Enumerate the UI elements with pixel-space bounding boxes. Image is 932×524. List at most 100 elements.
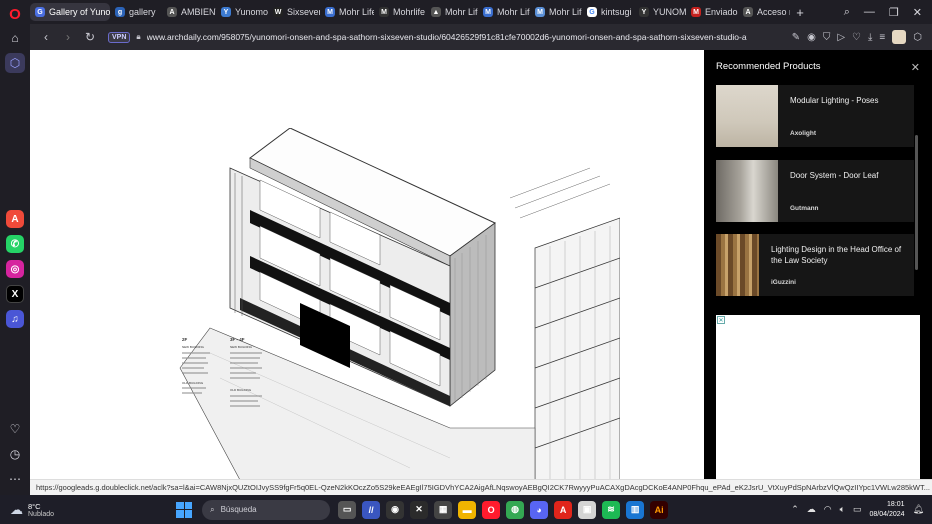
close-window-icon[interactable]: ✕ bbox=[913, 6, 922, 19]
vpn-badge[interactable]: VPN bbox=[108, 31, 131, 43]
minimize-icon[interactable]: — bbox=[864, 6, 875, 19]
tab-3[interactable]: Y Yunomor bbox=[216, 3, 268, 21]
tab-favicon: W bbox=[273, 7, 283, 17]
chevron-up-icon[interactable]: ⌃ bbox=[791, 504, 799, 515]
tab-label: Enviados bbox=[705, 7, 738, 17]
onedrive-icon[interactable]: ☁ bbox=[807, 504, 816, 515]
clock-time: 18:01 bbox=[887, 500, 905, 508]
illustrator-icon[interactable]: Ai bbox=[650, 500, 669, 519]
clock[interactable]: 18:01 08/04/2024 bbox=[870, 500, 905, 520]
windows-start-icon[interactable] bbox=[176, 501, 193, 518]
tab-12[interactable]: M Enviados bbox=[686, 3, 738, 21]
camera-app-icon[interactable]: ◉ bbox=[386, 500, 405, 519]
chrome-icon[interactable]: ◍ bbox=[506, 500, 525, 519]
play-icon[interactable]: ▷ bbox=[837, 32, 845, 43]
tab-label: Mohrlife bbox=[393, 7, 426, 17]
edit-icon[interactable]: ✎ bbox=[792, 32, 800, 43]
tab-8[interactable]: M Mohr Life bbox=[478, 3, 530, 21]
wifi-icon[interactable]: ◠ bbox=[824, 504, 832, 515]
instagram-icon[interactable]: ◎ bbox=[6, 260, 24, 278]
axonometric-section-drawing: 2F NEW BUILDING 3F - 4F NEW BUILDING OLD… bbox=[179, 128, 620, 480]
notification-bell-icon[interactable]: 🔔︎ bbox=[913, 504, 924, 515]
tab-9[interactable]: M Mohr Life bbox=[530, 3, 582, 21]
tab-label: Mohr Life bbox=[549, 7, 582, 17]
taskbar-search[interactable]: ⌕ Búsqueda bbox=[202, 499, 331, 520]
tab-2[interactable]: A AMBIENTE bbox=[162, 3, 216, 21]
x-twitter-icon[interactable]: X bbox=[6, 285, 24, 303]
profile-avatar[interactable] bbox=[892, 30, 907, 44]
file-explorer-small-icon[interactable]: ▭ bbox=[338, 500, 357, 519]
volume-icon[interactable]: 🔈︎ bbox=[840, 504, 845, 515]
history-icon[interactable]: ◷ bbox=[5, 444, 25, 464]
back-icon[interactable]: ‹ bbox=[36, 30, 56, 44]
heart-outline-icon[interactable]: ♡ bbox=[852, 32, 861, 43]
tab-10[interactable]: Gkintsugi d bbox=[582, 3, 634, 21]
weather-widget[interactable]: ☁ 8°C Nublado bbox=[10, 502, 54, 518]
close-icon[interactable]: ✕ bbox=[911, 61, 920, 74]
workspace-icon[interactable]: ⬡ bbox=[5, 53, 25, 73]
product-card[interactable]: Lighting Design in the Head Office of th… bbox=[716, 234, 914, 296]
panel-title: Recommended Products bbox=[716, 61, 821, 72]
tab-7[interactable]: ▲ Mohr Life bbox=[426, 3, 478, 21]
panel-scrollbar[interactable] bbox=[915, 135, 918, 270]
cloud-icon: ☁ bbox=[10, 501, 23, 517]
legend-2f-title: 2F bbox=[182, 337, 188, 342]
word-icon[interactable]: ▥ bbox=[626, 500, 645, 519]
tab-6[interactable]: M Mohrlife bbox=[374, 3, 426, 21]
tab-label: Gallery of Yunomo bbox=[49, 7, 110, 17]
tab-label: Mohr Life bbox=[445, 7, 478, 17]
weather-temp: 8°C bbox=[28, 501, 41, 511]
menu-lines-icon[interactable]: ≡ bbox=[879, 32, 885, 43]
tab-1[interactable]: g gallery bbox=[110, 3, 162, 21]
tab-5[interactable]: M Mohr Life bbox=[320, 3, 374, 21]
acrobat-icon[interactable]: A bbox=[554, 500, 573, 519]
teams-icon[interactable]: // bbox=[362, 500, 381, 519]
reload-icon[interactable]: ↻ bbox=[80, 30, 100, 44]
tab-0[interactable]: G Gallery of Yunomo bbox=[30, 3, 110, 21]
weather-condition: Nublado bbox=[28, 510, 55, 518]
search-tabs-icon[interactable]: ⌕ bbox=[844, 6, 850, 19]
url-field[interactable]: www.archdaily.com/958075/yunomori-onsen-… bbox=[147, 32, 747, 42]
tab-favicon: M bbox=[535, 7, 545, 17]
battery-icon[interactable]: ▭ bbox=[853, 504, 862, 515]
tab-label: AMBIENTE bbox=[181, 7, 216, 17]
tab-bar: GGallery of Yunomo ggallery AAMBIENTE YY… bbox=[30, 0, 932, 24]
legend-2f-subtitle: NEW BUILDING bbox=[182, 345, 205, 349]
lock-icon[interactable]: 🔒︎ bbox=[136, 32, 140, 42]
heart-icon[interactable]: ♡ bbox=[5, 419, 25, 439]
legend-34f-title: 3F - 4F bbox=[230, 337, 245, 342]
tab-favicon: Y bbox=[639, 7, 649, 17]
product-card[interactable]: Modular Lighting - Poses Axolight bbox=[716, 85, 914, 147]
folder-icon[interactable]: ▬ bbox=[458, 500, 477, 519]
tab-label: kintsugi d bbox=[601, 7, 634, 17]
image-viewer: 2F NEW BUILDING 3F - 4F NEW BUILDING OLD… bbox=[30, 50, 704, 480]
tab-favicon: ▲ bbox=[431, 7, 441, 17]
download-icon[interactable]: ⤓ bbox=[868, 32, 872, 43]
cube-icon[interactable]: ⬡ bbox=[913, 32, 922, 43]
spotify-icon[interactable]: ≋ bbox=[602, 500, 621, 519]
discord-icon[interactable]: ◕ bbox=[530, 500, 549, 519]
tab-11[interactable]: Y YUNOMO bbox=[634, 3, 686, 21]
more-icon[interactable]: ⋯ bbox=[5, 469, 25, 489]
xbox-icon[interactable]: ✕ bbox=[410, 500, 429, 519]
tab-13[interactable]: A Acceso rá bbox=[738, 3, 790, 21]
product-card[interactable]: Door System - Door Leaf Gutmann bbox=[716, 160, 914, 222]
tab-4[interactable]: W Sixseven S bbox=[268, 3, 320, 21]
opera-logo-icon[interactable]: O bbox=[9, 6, 21, 23]
forward-icon[interactable]: › bbox=[58, 30, 78, 44]
product-name: Lighting Design in the Head Office of th… bbox=[771, 245, 902, 265]
camera-icon[interactable]: ◉ bbox=[807, 32, 816, 43]
ad-slot[interactable]: ✕ bbox=[716, 315, 920, 479]
store-icon[interactable]: ▦ bbox=[434, 500, 453, 519]
ad-choices-icon[interactable]: ✕ bbox=[717, 316, 725, 324]
music-player-icon[interactable]: ♫ bbox=[6, 310, 24, 328]
aria-icon[interactable]: A bbox=[6, 210, 24, 228]
new-tab-icon[interactable]: + bbox=[792, 4, 808, 20]
tab-favicon: M bbox=[483, 7, 493, 17]
whatsapp-icon[interactable]: ✆ bbox=[6, 235, 24, 253]
home-icon[interactable]: ⌂ bbox=[5, 28, 25, 48]
opera-icon[interactable]: O bbox=[482, 500, 501, 519]
shield-icon[interactable]: ⛉ bbox=[823, 32, 831, 43]
photos-icon[interactable]: ▣ bbox=[578, 500, 597, 519]
maximize-icon[interactable]: ❐ bbox=[889, 6, 899, 19]
